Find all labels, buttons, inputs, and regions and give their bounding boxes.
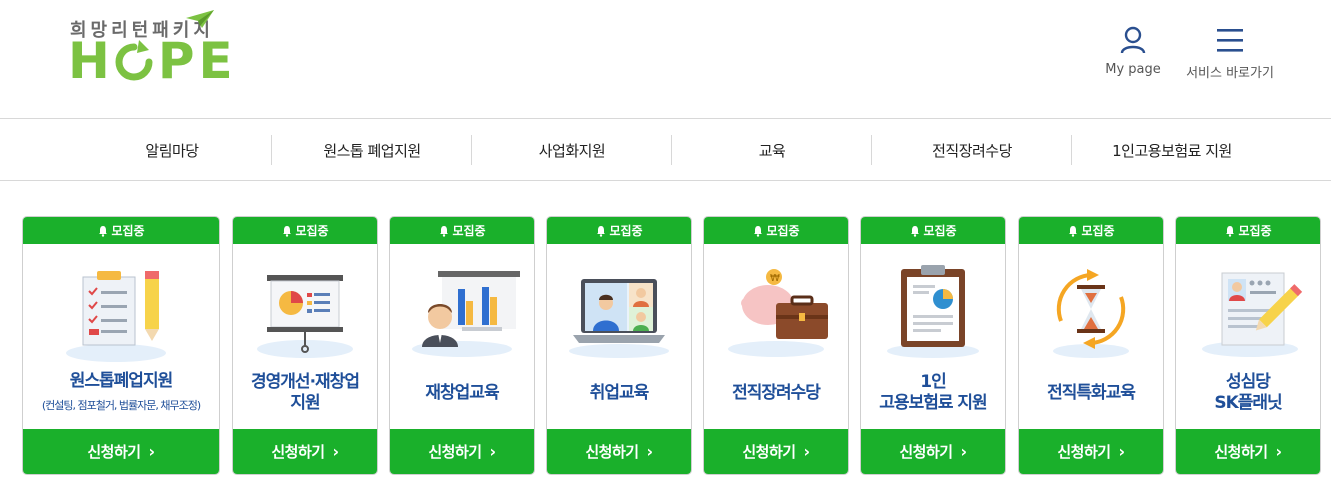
apply-button[interactable]: 신청하기 › xyxy=(390,429,534,474)
recruiting-badge: 모집중 xyxy=(1176,217,1320,244)
program-card-closure: 모집중 원스톱폐업지원 (컨설팅, 점포철거, 법률자문, 채무조정) 신청하기… xyxy=(22,216,220,475)
card-title: 전직장려수당 xyxy=(704,369,848,417)
card-title: 성심당 SK플래닛 xyxy=(1176,369,1320,417)
main-nav: 알림마당 원스톱 폐업지원 사업화지원 교육 전직장려수당 1인고용보험료 지원 xyxy=(0,118,1331,181)
apply-button[interactable]: 신청하기 › xyxy=(233,429,377,474)
bell-icon xyxy=(99,225,108,237)
bell-icon xyxy=(911,225,920,237)
chevron-right-icon: › xyxy=(332,442,340,461)
chevron-right-icon: › xyxy=(960,442,968,461)
site-header: 희망리턴패키지 H P E My page 서비스 바로가기 xyxy=(0,0,1331,118)
paper-plane-icon xyxy=(186,10,214,28)
recruiting-badge: 모집중 xyxy=(1019,217,1163,244)
nav-item-closure-support[interactable]: 원스톱 폐업지원 xyxy=(272,119,472,181)
chevron-right-icon: › xyxy=(1118,442,1126,461)
refresh-circle-icon xyxy=(115,40,153,81)
card-title-line1: 성심당 xyxy=(1226,372,1271,392)
card-title-line1: 전직장려수당 xyxy=(732,382,821,403)
recruiting-badge: 모집중 xyxy=(861,217,1005,244)
nav-item-insurance-support[interactable]: 1인고용보험료 지원 xyxy=(1072,119,1272,181)
chevron-right-icon: › xyxy=(646,442,654,461)
program-card-job-education: 모집중 취업교육 신청하기 › xyxy=(546,216,692,475)
program-card-restart-support: 모집중 경영개선·재창업 지원 신청하기 › xyxy=(232,216,378,475)
apply-button[interactable]: 신청하기 › xyxy=(1019,429,1163,474)
resume-pencil-icon xyxy=(1176,257,1320,365)
logo-letter-h: H xyxy=(68,32,110,90)
bell-icon xyxy=(754,225,763,237)
card-title-line2: 지원 xyxy=(290,393,320,413)
chevron-right-icon: › xyxy=(803,442,811,461)
recruiting-badge: 모집중 xyxy=(233,217,377,244)
bell-icon xyxy=(1226,225,1235,237)
chevron-right-icon: › xyxy=(148,442,156,461)
card-title-line2: 고용보험료 지원 xyxy=(879,393,987,413)
card-subtitle: (컨설팅, 점포철거, 법률자문, 채무조정) xyxy=(41,398,201,412)
apply-button[interactable]: 신청하기 › xyxy=(1176,429,1320,474)
clipboard-report-icon xyxy=(861,257,1005,365)
card-title: 1인 고용보험료 지원 xyxy=(861,369,1005,417)
program-card-restart-education: 모집중 재창업교육 신청하기 › xyxy=(389,216,535,475)
card-title: 경영개선·재창업 지원 xyxy=(233,369,377,417)
card-title-line1: 경영개선·재창업 xyxy=(251,372,360,392)
presentation-board-icon xyxy=(233,257,377,365)
chevron-right-icon: › xyxy=(489,442,497,461)
hope-logo[interactable]: 희망리턴패키지 H P E xyxy=(68,10,233,86)
apply-button[interactable]: 신청하기 › xyxy=(547,429,691,474)
logo-wordmark: H P E xyxy=(68,36,233,86)
recruiting-badge: 모집중 xyxy=(704,217,848,244)
program-card-sungsimdang-skplanet: 모집중 성심당 SK플래닛 신청하기 › xyxy=(1175,216,1321,475)
card-title-line2: SK플래닛 xyxy=(1214,393,1282,413)
checklist-pencil-icon xyxy=(23,257,219,365)
recruiting-badge: 모집중 xyxy=(23,217,219,244)
card-title: 원스톱폐업지원 (컨설팅, 점포철거, 법률자문, 채무조정) xyxy=(23,369,219,417)
mypage-label: My page xyxy=(1105,62,1161,77)
sitemap-button[interactable]: 서비스 바로가기 xyxy=(1186,26,1274,81)
mypage-link[interactable]: My page xyxy=(1100,26,1166,77)
apply-button[interactable]: 신청하기 › xyxy=(704,429,848,474)
card-title-line1: 1인 xyxy=(920,372,946,392)
card-title-line1: 재창업교육 xyxy=(425,382,499,403)
program-card-insurance-support: 모집중 1인 고용보험료 지원 신청하기 › xyxy=(860,216,1006,475)
recruiting-badge: 모집중 xyxy=(390,217,534,244)
program-card-job-allowance: 모집중 ₩ 전직장려수당 신청하기 › xyxy=(703,216,849,475)
logo-letter-p: P xyxy=(157,32,195,90)
recruiting-badge: 모집중 xyxy=(547,217,691,244)
nav-item-education[interactable]: 교육 xyxy=(672,119,872,181)
apply-button[interactable]: 신청하기 › xyxy=(861,429,1005,474)
user-icon xyxy=(1120,26,1146,54)
card-title: 전직특화교육 xyxy=(1019,369,1163,417)
card-title-line1: 원스톱폐업지원 xyxy=(69,370,173,391)
bell-icon xyxy=(597,225,606,237)
hourglass-cycle-icon xyxy=(1019,257,1163,365)
bell-icon xyxy=(440,225,449,237)
bell-icon xyxy=(283,225,292,237)
svg-text:₩: ₩ xyxy=(770,273,780,284)
bell-icon xyxy=(1069,225,1078,237)
lecturer-chart-icon xyxy=(390,257,534,365)
nav-item-job-allowance[interactable]: 전직장려수당 xyxy=(872,119,1072,181)
hamburger-menu-icon xyxy=(1217,29,1243,52)
card-title-line1: 취업교육 xyxy=(589,382,650,403)
card-title: 재창업교육 xyxy=(390,369,534,417)
card-title-line1: 전직특화교육 xyxy=(1047,382,1136,403)
card-title: 취업교육 xyxy=(547,369,691,417)
piggybank-briefcase-icon: ₩ xyxy=(704,257,848,365)
chevron-right-icon: › xyxy=(1275,442,1283,461)
nav-item-notice[interactable]: 알림마당 xyxy=(72,119,272,181)
program-card-specialized-education: 모집중 전직특화교육 신청하기 › xyxy=(1018,216,1164,475)
sitemap-label: 서비스 바로가기 xyxy=(1186,66,1274,81)
apply-button[interactable]: 신청하기 › xyxy=(23,429,219,474)
video-meeting-laptop-icon xyxy=(547,257,691,365)
logo-letter-e: E xyxy=(198,32,233,90)
nav-item-business-support[interactable]: 사업화지원 xyxy=(472,119,672,181)
